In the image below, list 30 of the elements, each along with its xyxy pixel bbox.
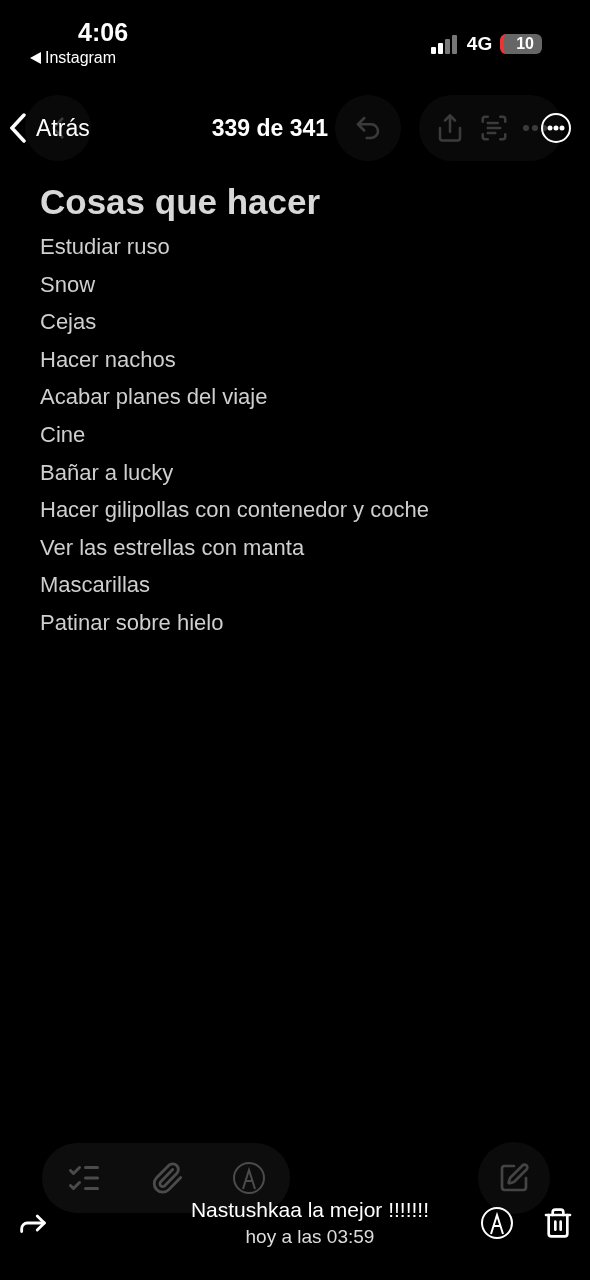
note-line: Bañar a lucky (40, 459, 174, 485)
signal-icon (430, 34, 459, 54)
note-line: Patinar sobre hielo (40, 609, 224, 635)
dots-icon (523, 125, 547, 131)
note-line: Hacer nachos (40, 346, 176, 372)
photo-caption: Nastushkaa la mejor !!!!!!! (190, 1198, 430, 1222)
compose-icon (498, 1162, 530, 1194)
triangle-icon (29, 52, 41, 64)
note-line: Mascarillas (40, 572, 151, 598)
battery-indicator: 10 (500, 34, 542, 54)
note-line: Cine (40, 421, 86, 447)
more-icon[interactable] (540, 112, 572, 144)
back-to-app-link[interactable]: Instagram (29, 49, 117, 67)
markup-icon[interactable] (480, 1206, 514, 1240)
paperclip-icon (150, 1161, 184, 1195)
note-line: Snow (40, 271, 96, 297)
markup-icon (232, 1161, 266, 1195)
note-line: Ver las estrellas con manta (40, 534, 305, 560)
note-line: Hacer gilipollas con contenedor y coche (40, 497, 429, 523)
photo-date: hoy a las 03:59 (245, 1226, 375, 1248)
note-title: Cosas que hacer (40, 182, 322, 222)
note-line: Estudiar ruso (40, 234, 170, 259)
back-button[interactable]: Atrás (10, 113, 90, 143)
photo-counter: 339 de 341 (211, 114, 329, 142)
clock-time: 4:06 (78, 18, 129, 47)
scan-text-icon (479, 113, 509, 143)
network-label: 4G (466, 33, 493, 55)
note-line: Acabar planes del viaje (40, 384, 268, 410)
trash-icon[interactable] (542, 1207, 574, 1239)
note-line: Cejas (40, 309, 97, 335)
